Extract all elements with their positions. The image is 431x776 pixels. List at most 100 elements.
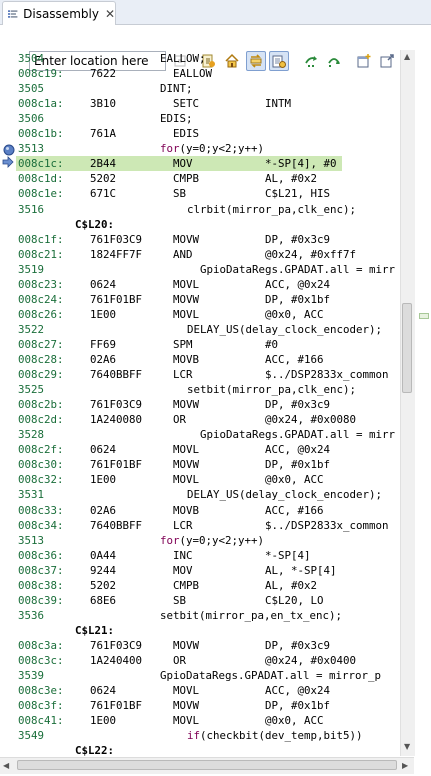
operands: ACC, #166 xyxy=(265,353,324,366)
disassembly-editor[interactable]: 3504 EALLOW; 008c19: 7622 EALLOW 3505 DINT; 008… xyxy=(0,50,400,756)
asm-row: 008c2b: 761F03C9 MOVW DP, #0x3c9 xyxy=(0,397,400,412)
opcode: 1824FF7F xyxy=(90,247,143,261)
mnemonic: MOV xyxy=(173,563,193,577)
source-text: DINT; xyxy=(160,81,193,96)
mnemonic: MOVW xyxy=(173,638,200,652)
close-icon[interactable]: ✕ xyxy=(105,7,115,21)
operands: AL, #0x2 xyxy=(265,578,318,592)
address: 008c1d: xyxy=(18,172,64,186)
disassembly-view-icon xyxy=(8,9,18,18)
asm-row: 008c19: 7622 EALLOW xyxy=(0,66,400,81)
source-code: EALLOW; xyxy=(160,52,206,65)
source-line-number: 3536 xyxy=(18,608,45,622)
opcode: 7622 xyxy=(90,67,117,81)
source-row: 3504 EALLOW; xyxy=(0,51,400,66)
vertical-scroll-thumb[interactable] xyxy=(402,303,412,393)
scroll-down-arrow-icon[interactable]: ▼ xyxy=(404,742,410,751)
asm-row: 008c36: 0A44 INC *-SP[4] xyxy=(0,548,400,563)
scroll-right-arrow-icon[interactable]: ▶ xyxy=(402,761,408,770)
asm-row: 008c2d: 1A240080 OR @0x24, #0x0080 xyxy=(0,412,400,427)
mnemonic: MOVW xyxy=(173,292,200,306)
asm-row: 008c38: 5202 CMPB AL, #0x2 xyxy=(0,578,400,593)
opcode: 2B44 xyxy=(90,157,117,171)
mnemonic: MOVL xyxy=(173,684,200,698)
current-line-marker[interactable] xyxy=(419,313,429,319)
mnemonic: MOVL xyxy=(173,277,200,291)
mnemonic: OR xyxy=(173,654,187,667)
keyword: if xyxy=(187,729,201,743)
opcode: 0624 xyxy=(90,684,117,698)
tab-title: Disassembly xyxy=(23,6,99,21)
source-text: setbit(mirror_pa,clk_enc); xyxy=(187,382,356,397)
scroll-up-arrow-icon[interactable]: ▲ xyxy=(404,52,410,61)
source-line-number: 3516 xyxy=(18,202,45,216)
asm-row: 008c28: 02A6 MOVB ACC, #166 xyxy=(0,352,400,367)
asm-row: 008c33: 02A6 MOVB ACC, #166 xyxy=(0,503,400,518)
operands: DP, #0x1bf xyxy=(265,699,331,713)
source-row: 3528 GpioDataRegs.GPADAT.all = mirr xyxy=(0,427,400,442)
operands: *-SP[4], #0 xyxy=(265,157,337,171)
source-line-number: 3506 xyxy=(18,112,45,126)
source-row: 3525 setbit(mirror_pa,clk_enc); xyxy=(0,382,400,397)
address: 008c1b: xyxy=(18,127,64,141)
address: 008c38: xyxy=(18,578,64,592)
view-tab-bar: Disassembly ✕ xyxy=(0,0,431,25)
operands: DP, #0x3c9 xyxy=(265,398,331,412)
address: 008c2f: xyxy=(18,443,64,457)
mnemonic: OR xyxy=(173,413,187,427)
asm-row: 008c26: 1E00 MOVL @0x0, ACC xyxy=(0,307,400,322)
opcode: 1E00 xyxy=(90,473,117,487)
source-code: (y=0;y<2;y++) xyxy=(179,142,265,156)
address: 008c30: xyxy=(18,458,64,472)
source-line-number: 3513 xyxy=(18,142,45,156)
opcode: 1A240400 xyxy=(90,654,143,667)
operands: DP, #0x1bf xyxy=(265,292,331,306)
source-line-number: 3522 xyxy=(18,322,45,336)
operands: @0x0, ACC xyxy=(265,473,324,487)
source-code: setbit(mirror_pa,en_tx_enc); xyxy=(160,608,343,622)
operands: DP, #0x3c9 xyxy=(265,232,331,246)
source-line-number: 3539 xyxy=(18,669,45,683)
address: 008c1f: xyxy=(18,232,64,246)
source-text: GpioDataRegs.GPADAT.all = mirror_p xyxy=(160,668,381,683)
mnemonic: SETC xyxy=(173,97,200,111)
asm-row: 008c27: FF69 SPM #0 xyxy=(0,337,400,352)
source-code: GpioDataRegs.GPADAT.all = mirr xyxy=(200,262,396,276)
scroll-left-arrow-icon[interactable]: ◀ xyxy=(3,761,9,770)
address: 008c39: xyxy=(18,593,64,607)
source-line-number: 3504 xyxy=(18,52,45,65)
opcode: 761F01BF xyxy=(90,458,143,472)
asm-row: 008c1d: 5202 CMPB AL, #0x2 xyxy=(0,171,400,186)
label-row: C$L21: xyxy=(0,623,400,638)
source-row: 3531 DELAY_US(delay_clock_encoder); xyxy=(0,487,400,502)
opcode: 0A44 xyxy=(90,548,117,562)
operands: ACC, @0x24 xyxy=(265,443,331,457)
opcode: 761F03C9 xyxy=(90,638,143,652)
mnemonic: SPM xyxy=(173,337,193,351)
code-label: C$L21: xyxy=(75,623,115,637)
address: 008c37: xyxy=(18,563,64,577)
operands: ACC, #166 xyxy=(265,503,324,517)
address: 008c26: xyxy=(18,307,64,321)
source-row: 3519 GpioDataRegs.GPADAT.all = mirr xyxy=(0,262,400,277)
opcode: 1E00 xyxy=(90,714,117,728)
opcode: 3B10 xyxy=(90,97,117,111)
operands: C$L21, HIS xyxy=(265,187,331,201)
opcode: 761A xyxy=(90,127,117,141)
horizontal-scroll-thumb[interactable] xyxy=(17,760,397,770)
source-row: 3513 for(y=0;y<2;y++) xyxy=(0,533,400,548)
code-label: C$L22: xyxy=(75,744,115,756)
operands: @0x24, #0xff7f xyxy=(265,247,357,261)
overview-ruler[interactable] xyxy=(415,50,431,756)
source-text: DELAY_US(delay_clock_encoder); xyxy=(187,487,382,502)
mnemonic: MOVL xyxy=(173,714,200,728)
vertical-scrollbar[interactable]: ▲ ▼ xyxy=(400,50,415,756)
mnemonic: EALLOW xyxy=(173,67,213,81)
source-code: setbit(mirror_pa,clk_enc); xyxy=(187,383,357,397)
source-code: EDIS; xyxy=(160,112,193,126)
address: 008c23: xyxy=(18,277,64,291)
mnemonic: MOVW xyxy=(173,232,200,246)
tab-disassembly[interactable]: Disassembly ✕ xyxy=(2,1,116,25)
operands: ACC, @0x24 xyxy=(265,684,331,698)
keyword: for xyxy=(160,533,180,547)
